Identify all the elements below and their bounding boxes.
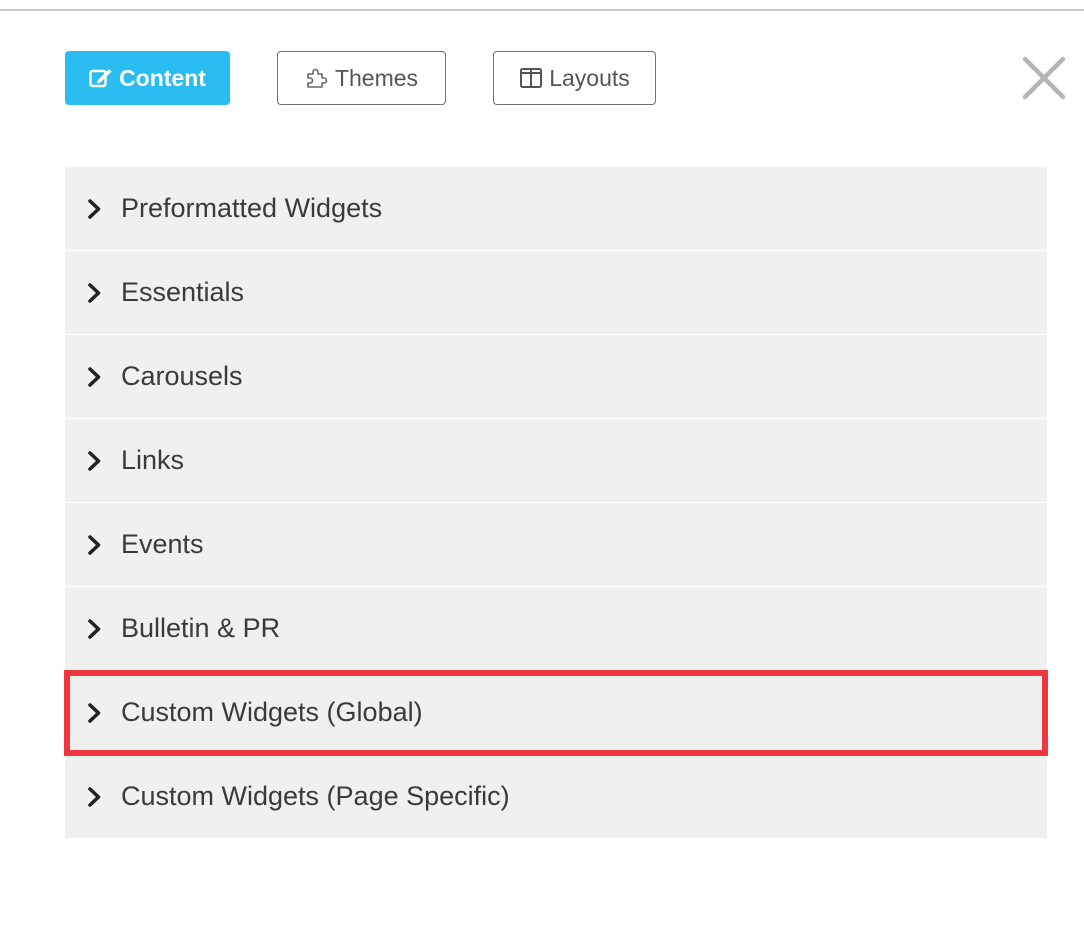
accordion-item-label: Carousels xyxy=(121,361,243,391)
accordion-item-label: Links xyxy=(121,445,185,475)
close-icon xyxy=(1020,56,1068,106)
tab-layouts[interactable]: Layouts xyxy=(493,51,656,105)
top-divider xyxy=(0,9,1084,11)
accordion-item-label: Events xyxy=(121,529,204,559)
chevron-right-icon xyxy=(87,366,103,388)
chevron-right-icon xyxy=(87,282,103,304)
accordion-item-essentials[interactable]: Essentials xyxy=(65,251,1047,335)
accordion-item-custom-widgets-page-specific[interactable]: Custom Widgets (Page Specific) xyxy=(65,755,1047,839)
accordion-item-label: Preformatted Widgets xyxy=(121,193,383,223)
tab-themes[interactable]: Themes xyxy=(277,51,446,105)
chevron-right-icon xyxy=(87,450,103,472)
puzzle-icon xyxy=(305,66,329,90)
tab-content-label: Content xyxy=(119,64,206,91)
accordion-item-events[interactable]: Events xyxy=(65,503,1047,587)
widget-category-list: Preformatted Widgets Essentials Carousel… xyxy=(64,167,1048,839)
close-button[interactable] xyxy=(1020,54,1068,102)
accordion-item-links[interactable]: Links xyxy=(65,419,1047,503)
accordion-item-label: Essentials xyxy=(121,277,245,307)
chevron-right-icon xyxy=(87,702,103,724)
columns-icon xyxy=(519,67,543,89)
chevron-right-icon xyxy=(87,618,103,640)
accordion-item-label: Bulletin & PR xyxy=(121,613,281,643)
chevron-right-icon xyxy=(87,786,103,808)
tab-content[interactable]: Content xyxy=(65,51,230,105)
edit-icon xyxy=(89,67,113,89)
accordion-item-bulletin-pr[interactable]: Bulletin & PR xyxy=(65,587,1047,671)
accordion-item-preformatted-widgets[interactable]: Preformatted Widgets xyxy=(65,167,1047,251)
accordion-item-carousels[interactable]: Carousels xyxy=(65,335,1047,419)
tab-themes-label: Themes xyxy=(334,64,419,91)
accordion-item-label: Custom Widgets (Global) xyxy=(121,697,423,727)
editor-toolbar: Content Themes Layouts xyxy=(65,51,656,105)
tab-layouts-label: Layouts xyxy=(549,64,630,91)
accordion-item-custom-widgets-global[interactable]: Custom Widgets (Global) xyxy=(64,670,1048,756)
chevron-right-icon xyxy=(87,534,103,556)
accordion-item-label: Custom Widgets (Page Specific) xyxy=(121,781,510,811)
chevron-right-icon xyxy=(87,198,103,220)
